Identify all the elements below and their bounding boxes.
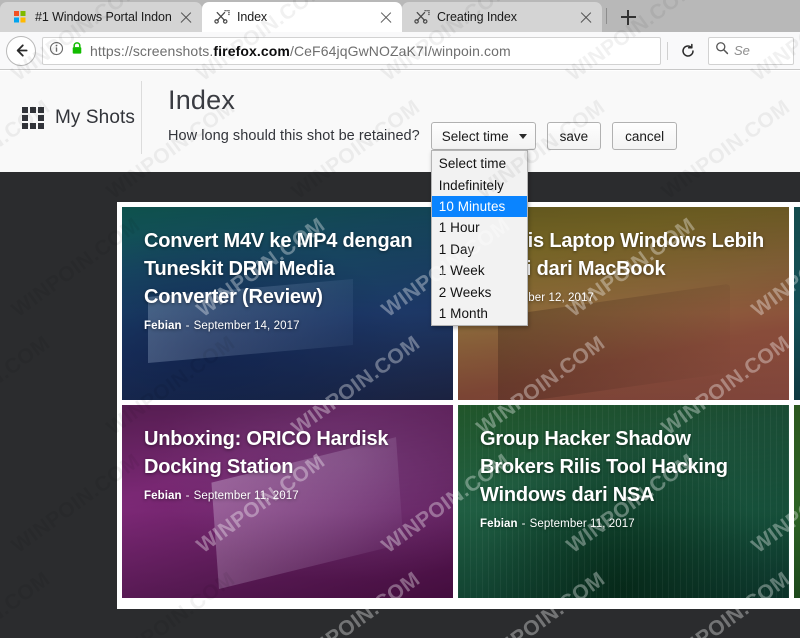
tab-title: Index [237, 9, 268, 24]
dropdown-option-2-weeks[interactable]: 2 Weeks [432, 281, 527, 302]
site-header: My Shots Index How long should this shot… [0, 71, 800, 327]
toolbar-right: Se [667, 36, 794, 65]
card-title: Unboxing: ORICO Hardisk Docking Station [144, 428, 389, 478]
tab-title: #1 Windows Portal Indonesi [35, 9, 171, 24]
windows-squares-icon [12, 9, 28, 25]
card-author: Febian [144, 320, 182, 332]
retention-row: How long should this shot be retained? S… [168, 122, 800, 327]
page-title: Index [168, 85, 236, 115]
card-text: Unboxing: ORICO Hardisk Docking Station … [144, 425, 431, 502]
dropdown-option-1-hour[interactable]: 1 Hour [432, 217, 527, 238]
article-card[interactable]: Unboxing: ORICO Hardisk Docking Station … [122, 405, 453, 598]
url-domain: firefox.com [213, 42, 290, 59]
tab-strip: #1 Windows Portal Indonesi [0, 0, 800, 32]
url-scheme: https:// [90, 42, 133, 59]
save-button[interactable]: save [546, 122, 602, 150]
search-placeholder: Se [734, 43, 750, 58]
card-meta: Febian - September 11, 2017 [144, 490, 431, 502]
card-separator: - [185, 490, 190, 502]
card-title: Convert M4V ke MP4 dengan Tuneskit DRM M… [144, 230, 413, 308]
expiry-select-wrapper: Select time Select time Indefinitely 10 … [430, 122, 536, 327]
dropdown-option-1-week[interactable]: 1 Week [432, 260, 527, 281]
card-date: September 14, 2017 [193, 320, 300, 332]
card-meta: Febian - September 14, 2017 [144, 320, 431, 332]
dropdown-option-10-minutes[interactable]: 10 Minutes [431, 195, 527, 218]
dropdown-option-1-month[interactable]: 1 Month [432, 303, 527, 324]
browser-tab-windows-portal[interactable]: #1 Windows Portal Indonesi [0, 2, 202, 32]
expiry-select-value: Select time [441, 128, 509, 144]
my-shots-link[interactable]: My Shots [0, 81, 142, 154]
navigation-toolbar: https://screenshots.firefox.com/CeF64jqG… [0, 32, 800, 70]
expiry-select-button[interactable]: Select time [430, 122, 536, 150]
article-card[interactable]: Convert M4V ke MP4 dengan Tuneskit DRM M… [122, 207, 453, 400]
card-overlay [794, 207, 800, 400]
card-separator: - [185, 320, 190, 332]
cancel-button[interactable]: cancel [612, 122, 678, 150]
search-icon [715, 41, 729, 60]
card-author: Febian [480, 518, 518, 530]
info-circle-icon[interactable] [49, 41, 64, 61]
browser-tab-creating-index[interactable]: Creating Index [402, 2, 602, 32]
firefox-screenshots-scissors-icon [414, 9, 430, 25]
close-icon[interactable] [578, 9, 594, 25]
article-card[interactable] [794, 405, 800, 598]
card-separator: - [521, 518, 526, 530]
firefox-screenshots-scissors-icon [214, 9, 230, 25]
dropdown-option-indefinitely[interactable]: Indefinitely [432, 174, 527, 195]
toolbar-divider [667, 41, 668, 60]
card-author: Febian [144, 490, 182, 502]
back-arrow-icon[interactable] [6, 35, 36, 66]
search-bar[interactable]: Se [708, 36, 794, 65]
close-icon[interactable] [378, 9, 394, 25]
url-bar[interactable]: https://screenshots.firefox.com/CeF64jqG… [42, 36, 661, 65]
url-text: https://screenshots.firefox.com/CeF64jqG… [90, 43, 654, 59]
new-tab-button[interactable] [613, 2, 643, 32]
card-overlay [794, 405, 800, 598]
browser-tab-index[interactable]: Index [202, 2, 402, 32]
header-main: Index How long should this shot be retai… [142, 71, 800, 327]
page-content: My Shots Index How long should this shot… [0, 71, 800, 638]
article-card[interactable]: Group Hacker Shadow Brokers Rilis Tool H… [458, 405, 789, 598]
tab-separator [606, 8, 607, 24]
dropdown-option-1-day[interactable]: 1 Day [432, 239, 527, 260]
card-text: Convert M4V ke MP4 dengan Tuneskit DRM M… [144, 227, 431, 332]
expiry-dropdown-menu[interactable]: Select time Indefinitely 10 Minutes 1 Ho… [430, 150, 528, 327]
close-icon[interactable] [178, 9, 194, 25]
card-title: Group Hacker Shadow Brokers Rilis Tool H… [480, 428, 728, 506]
card-meta: Febian - September 11, 2017 [480, 518, 767, 530]
dropdown-option-select-time[interactable]: Select time [432, 153, 527, 174]
card-date: September 11, 2017 [193, 490, 299, 502]
url-path: /CeF64jqGwNOZaK7I/winpoin.com [289, 42, 511, 59]
retention-question: How long should this shot be retained? [168, 128, 420, 144]
shot-backdrop: Convert M4V ke MP4 dengan Tuneskit DRM M… [0, 172, 800, 638]
tab-title: Creating Index [437, 9, 517, 24]
card-text: Group Hacker Shadow Brokers Rilis Tool H… [480, 425, 767, 530]
grid-squares-icon [22, 106, 44, 129]
reload-icon[interactable] [674, 38, 702, 64]
green-padlock-icon[interactable] [70, 41, 84, 60]
brand-label: My Shots [55, 106, 135, 128]
url-subdomain: screenshots. [132, 42, 214, 59]
article-card[interactable] [794, 207, 800, 400]
chevron-down-icon [518, 134, 527, 139]
browser-window: #1 Windows Portal Indonesi [0, 0, 800, 638]
card-date: September 11, 2017 [529, 518, 635, 530]
